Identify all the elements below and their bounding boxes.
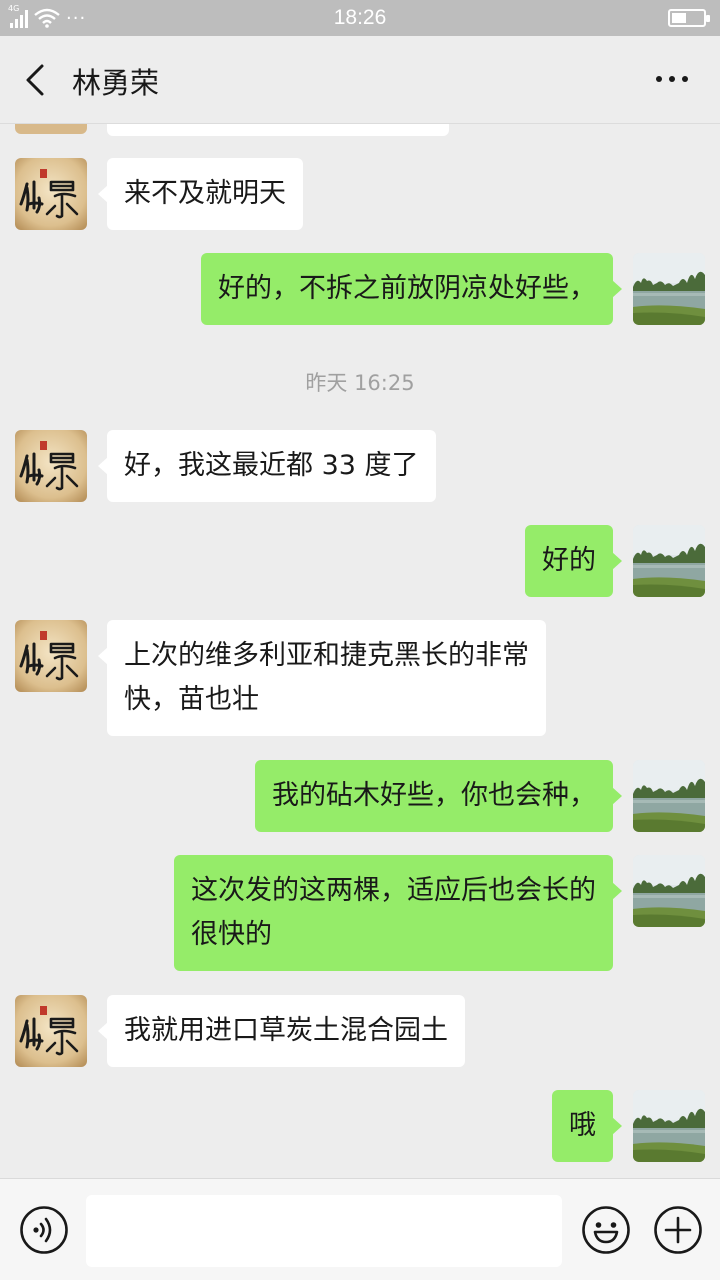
input-bar bbox=[0, 1178, 720, 1280]
contact-avatar[interactable] bbox=[15, 995, 87, 1067]
chevron-left-icon[interactable] bbox=[22, 62, 48, 98]
contact-name-title: 林勇荣 bbox=[72, 66, 160, 100]
status-bar: 4G ··· 18:26 bbox=[0, 0, 720, 36]
voice-icon[interactable] bbox=[19, 1205, 69, 1255]
my-avatar[interactable] bbox=[633, 1090, 705, 1162]
message-bubble-sent[interactable]: 好的，不拆之前放阴凉处好些， bbox=[201, 253, 622, 325]
more-dots-icon[interactable] bbox=[656, 76, 688, 82]
chat-header: 林勇荣 bbox=[0, 36, 720, 124]
battery-level bbox=[672, 13, 686, 23]
clock: 18:26 bbox=[333, 6, 387, 29]
message-bubble-sent[interactable]: 这次发的这两棵，适应后也会长的 很快的 bbox=[174, 855, 622, 971]
message-bubble-received[interactable] bbox=[107, 124, 449, 136]
plus-icon[interactable] bbox=[653, 1205, 703, 1255]
message-bubble-sent[interactable]: 哦 bbox=[552, 1090, 622, 1162]
contact-avatar[interactable] bbox=[15, 158, 87, 230]
my-avatar[interactable] bbox=[633, 855, 705, 927]
message-input[interactable] bbox=[86, 1195, 562, 1267]
message-list[interactable]: 来不及就明天 好的，不拆之前放阴凉处好些， 昨天 16:25 好，我这最近都 3… bbox=[0, 124, 720, 1178]
my-avatar[interactable] bbox=[633, 253, 705, 325]
message-bubble-sent[interactable]: 好的 bbox=[525, 525, 622, 597]
message-bubble-received[interactable]: 上次的维多利亚和捷克黑长的非常 快，苗也壮 bbox=[98, 620, 546, 736]
message-bubble-received[interactable]: 来不及就明天 bbox=[98, 158, 303, 230]
message-bubble-received[interactable]: 我就用进口草炭土混合园土 bbox=[98, 995, 465, 1067]
message-bubble-received[interactable]: 好，我这最近都 33 度了 bbox=[98, 430, 436, 502]
contact-avatar[interactable] bbox=[15, 620, 87, 692]
message-timestamp: 昨天 16:25 bbox=[305, 371, 415, 395]
message-bubble-sent[interactable]: 我的砧木好些，你也会种， bbox=[255, 760, 622, 832]
my-avatar[interactable] bbox=[633, 525, 705, 597]
contact-avatar[interactable] bbox=[15, 124, 87, 134]
emoji-icon[interactable] bbox=[581, 1205, 631, 1255]
contact-avatar[interactable] bbox=[15, 430, 87, 502]
my-avatar[interactable] bbox=[633, 760, 705, 832]
battery-icon bbox=[668, 9, 710, 27]
